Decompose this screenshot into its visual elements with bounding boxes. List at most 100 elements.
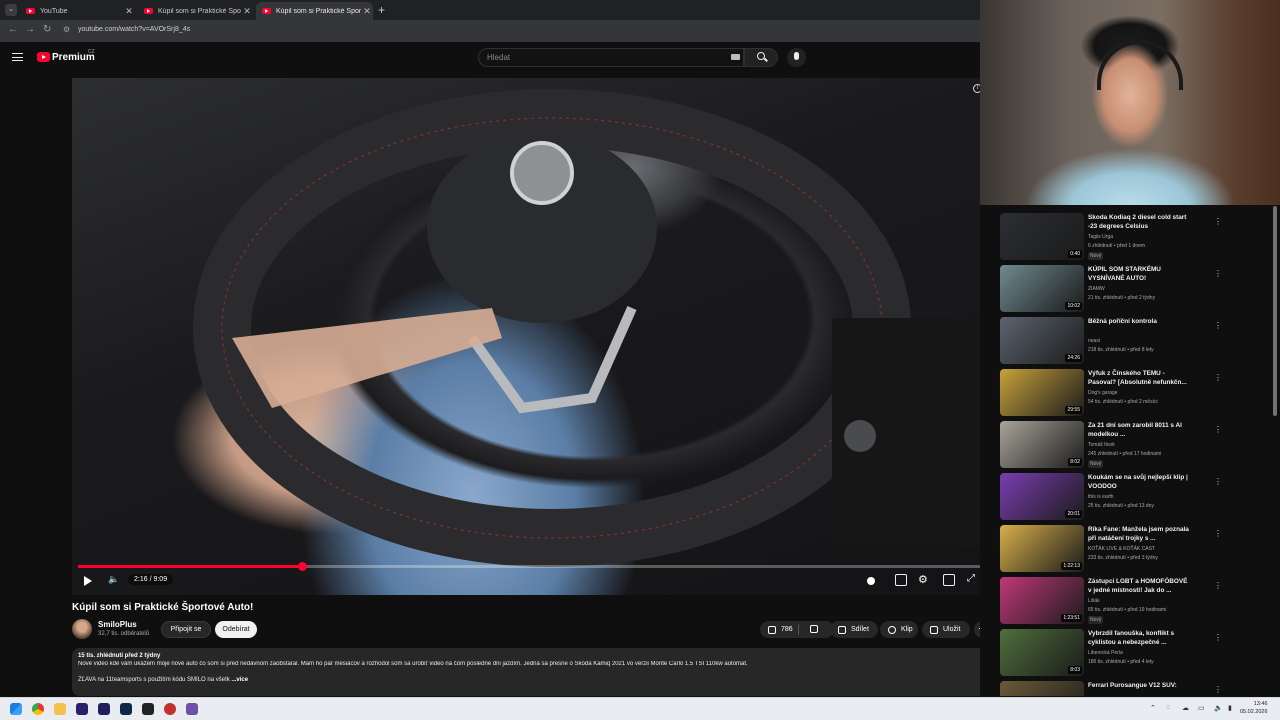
tab-search-button[interactable]: ⌄ [5,4,17,16]
file-explorer-icon[interactable] [54,703,66,715]
tab-video-2-active[interactable]: Kúpil som si Praktické Športové ✕ [256,2,373,20]
subscribe-button[interactable]: Odebírat [215,621,257,638]
recommendation-item[interactable]: 8:03 Vybrzdil fanouška, konflikt s cyklis… [1000,629,1270,681]
thumbs-down-icon[interactable] [810,625,818,633]
photoshop-icon[interactable] [120,703,132,715]
show-more-link[interactable]: ...více [231,677,248,683]
recommendation-channel[interactable]: Dog's garage [1088,390,1118,396]
menu-icon[interactable] [12,53,23,61]
autoplay-icon[interactable] [867,577,875,585]
windows-start-icon[interactable] [10,703,22,715]
network-icon[interactable]: ◌ [1166,704,1170,711]
channel-name[interactable]: SmiloPlus [98,620,137,629]
video-thumbnail[interactable]: 20:01 [1000,473,1084,520]
recommendation-channel[interactable]: Tomáš Itvoit [1088,442,1115,448]
recommendation-item[interactable]: Ferrari Purosangue V12 SUV: ⋮ [1000,681,1270,696]
more-options-icon[interactable]: ⋮ [1214,217,1222,226]
recommendation-title[interactable]: Ferrari Purosangue V12 SUV: [1088,681,1192,690]
video-thumbnail[interactable] [1000,681,1084,696]
more-options-icon[interactable]: ⋮ [1214,529,1222,538]
progress-bar[interactable] [78,562,985,571]
back-arrow-icon[interactable]: ← [8,24,18,35]
premiere-pro-icon[interactable] [76,703,88,715]
speaker-icon[interactable]: 🔈 [1214,704,1223,712]
recommendation-title[interactable]: Běžná poříční kontrola [1088,317,1192,326]
recommendation-item[interactable]: 29:55 Výfuk z Čínského TEMU - Pasoval? [A… [1000,369,1270,421]
cloud-icon[interactable]: ☁ [1182,704,1189,712]
video-thumbnail[interactable]: 0:40 [1000,213,1084,260]
save-button[interactable]: Uložit [922,621,970,638]
video-thumbnail[interactable]: 10:02 [1000,265,1084,312]
join-button[interactable]: Připojit se [161,621,211,638]
tray-chevron-icon[interactable]: ⌃ [1150,704,1156,712]
video-player[interactable] [72,78,990,595]
description-box[interactable]: 15 tis. zhlédnutí před 2 týdny Nové vide… [72,648,990,696]
chrome-icon[interactable] [32,703,44,715]
subtitles-icon[interactable] [895,574,907,586]
recommendation-channel[interactable]: Tagiis Urga [1088,234,1113,240]
like-count[interactable]: 786 [781,626,793,633]
volume-icon[interactable]: 🔈 [108,574,119,585]
recommendation-item[interactable]: 8:02 Za 21 dní som zarobil 8011 s AI mode… [1000,421,1270,473]
settings-gear-icon[interactable]: ⚙ [918,573,928,586]
recommendation-item[interactable]: 24:26 Běžná poříční kontrola neasi 218 tis.… [1000,317,1270,369]
more-options-icon[interactable]: ⋮ [1214,373,1222,382]
after-effects-icon[interactable] [98,703,110,715]
youtube-logo-icon[interactable] [37,52,50,62]
system-clock[interactable]: 13:46 05.02.2026 [1240,701,1268,717]
voice-search-mic-icon[interactable] [787,48,806,67]
recommendation-channel[interactable]: this is earth [1088,494,1114,500]
recommendation-title[interactable]: Koukám se na svůj nejlepší klip | VOODOO [1088,473,1192,492]
video-thumbnail[interactable]: 8:03 [1000,629,1084,676]
tab-youtube[interactable]: YouTube ✕ [20,2,135,20]
video-thumbnail[interactable]: 1:22:13 [1000,525,1084,572]
tab-close-icon[interactable]: ✕ [361,6,373,17]
tab-close-icon[interactable]: ✕ [241,6,253,17]
channel-avatar[interactable] [72,619,92,639]
recommendation-item[interactable]: 1:23:51 Zástupci LGBT a HOMOFÓBOVÉ v jedn… [1000,577,1270,629]
app-icon[interactable] [186,703,198,715]
display-icon[interactable]: ▭ [1198,704,1205,712]
thumbs-up-icon[interactable] [768,625,776,634]
fullscreen-icon[interactable]: ⤢ [967,573,975,584]
video-thumbnail[interactable]: 1:23:51 [1000,577,1084,624]
recommendation-title[interactable]: Vybrzdil fanouška, konflikt s cyklistou … [1088,629,1192,648]
recommendation-title[interactable]: Ríka Fane: Manžela jsem poznala při natá… [1088,525,1192,544]
recommendation-channel[interactable]: KOŤÁK LIVE & KOŤÁK CAST [1088,546,1155,552]
search-button[interactable] [744,48,778,67]
recommendation-item[interactable]: 1:22:13 Ríka Fane: Manžela jsem poznala p… [1000,525,1270,577]
recommendation-item[interactable]: 0:40 Skoda Kodiaq 2 diesel cold start -23… [1000,213,1270,265]
recommendation-title[interactable]: Za 21 dní som zarobil 8011 s AI modelkou… [1088,421,1192,440]
recommendation-channel[interactable]: ZIAMW [1088,286,1105,292]
recommendation-channel[interactable]: neasi [1088,338,1100,344]
more-options-icon[interactable]: ⋮ [1214,633,1222,642]
video-thumbnail[interactable]: 29:55 [1000,369,1084,416]
video-thumbnail[interactable]: 24:26 [1000,317,1084,364]
capcut-icon[interactable] [142,703,154,715]
clip-button[interactable]: Klip [880,621,918,638]
tab-close-icon[interactable]: ✕ [123,6,135,17]
video-thumbnail[interactable]: 8:02 [1000,421,1084,468]
obs-icon[interactable] [164,703,176,715]
url-field[interactable]: youtube.com/watch?v=AVOrSrj8_4s [78,26,190,33]
more-options-icon[interactable]: ⋮ [1214,269,1222,278]
reload-icon[interactable]: ↻ [43,24,51,35]
recommendation-title[interactable]: Zástupci LGBT a HOMOFÓBOVÉ v jedné místn… [1088,577,1192,596]
play-icon[interactable] [84,576,92,586]
recommendation-title[interactable]: Výfuk z Čínského TEMU - Pasoval? [Absolu… [1088,369,1192,388]
recommendation-item[interactable]: 20:01 Koukám se na svůj nejlepší klip | V… [1000,473,1270,525]
miniplayer-icon[interactable] [943,574,955,586]
keyboard-icon[interactable] [731,54,740,60]
scrollbar[interactable] [1273,206,1277,416]
recommendation-channel[interactable]: Lišák [1088,598,1100,604]
search-input[interactable]: Hledat [478,48,744,67]
more-options-icon[interactable]: ⋮ [1214,321,1222,330]
more-options-icon[interactable]: ⋮ [1214,477,1222,486]
recommendation-item[interactable]: 10:02 KÚPIL SOM STARKÉMU VYSNÍVANÉ AUTO! Z… [1000,265,1270,317]
recommendation-title[interactable]: Skoda Kodiaq 2 diesel cold start -23 deg… [1088,213,1192,232]
share-button[interactable]: Sdílet [830,621,878,638]
recommendation-channel[interactable]: Liberecká Perla [1088,650,1123,656]
recommendation-title[interactable]: KÚPIL SOM STARKÉMU VYSNÍVANÉ AUTO! [1088,265,1192,284]
more-options-icon[interactable]: ⋮ [1214,685,1222,694]
more-options-icon[interactable]: ⋮ [1214,425,1222,434]
